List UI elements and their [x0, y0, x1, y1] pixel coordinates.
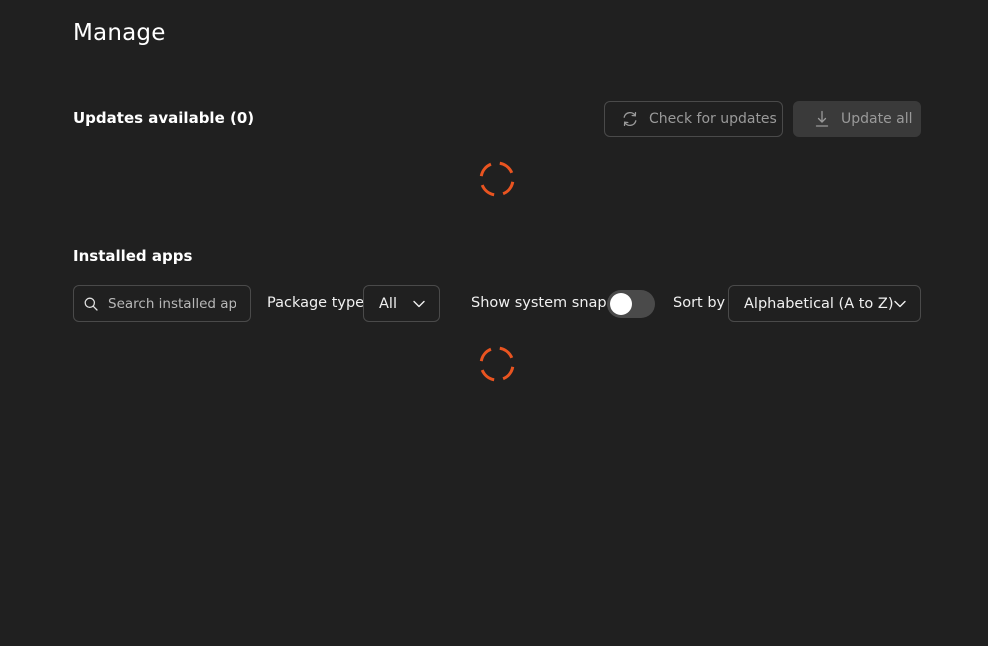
sort-by-select[interactable]: Alphabetical (A to Z): [728, 285, 921, 322]
update-all-button[interactable]: Update all: [793, 101, 921, 137]
installed-loading-spinner: [478, 345, 516, 383]
page-title: Manage: [73, 20, 166, 46]
updates-loading-spinner: [478, 160, 516, 198]
package-type-value: All: [379, 295, 397, 312]
show-system-snaps-label: Show system snaps: [471, 295, 615, 311]
updates-heading: Updates available (0): [73, 109, 255, 127]
check-for-updates-button[interactable]: Check for updates: [604, 101, 783, 137]
update-all-label: Update all: [841, 111, 913, 127]
search-installed-apps[interactable]: [73, 285, 251, 322]
sort-by-label: Sort by: [673, 295, 726, 311]
installed-apps-heading: Installed apps: [73, 247, 193, 265]
chevron-down-icon: [412, 298, 426, 310]
refresh-icon: [620, 109, 640, 129]
chevron-down-icon: [893, 298, 907, 310]
show-system-snaps-toggle[interactable]: [607, 290, 655, 318]
toggle-knob: [610, 293, 632, 315]
package-type-label: Package type: [267, 295, 365, 311]
manage-page: Manage Updates available (0) Check for u…: [0, 0, 988, 646]
sort-by-value: Alphabetical (A to Z): [744, 295, 894, 312]
search-icon: [83, 296, 99, 312]
search-input[interactable]: [108, 295, 236, 312]
download-icon: [812, 109, 832, 129]
package-type-select[interactable]: All: [363, 285, 440, 322]
check-for-updates-label: Check for updates: [649, 111, 777, 127]
